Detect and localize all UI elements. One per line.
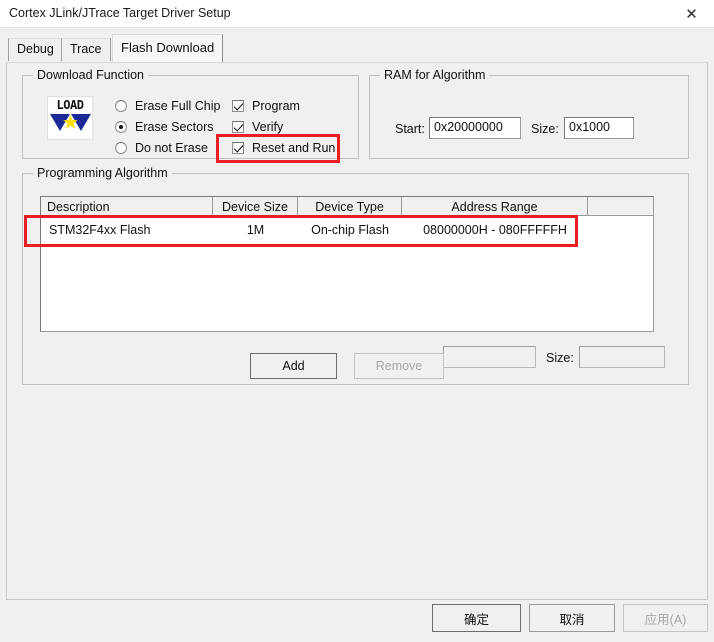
column-header-device-type[interactable]: Device Type [298, 197, 402, 216]
ram-start-label: Start: [395, 122, 425, 136]
tab-debug[interactable]: Debug [8, 38, 63, 61]
algorithm-table[interactable]: Description Device Size Device Type Addr… [40, 196, 654, 332]
checkbox-verify-indicator[interactable] [232, 121, 244, 133]
ram-start-input[interactable]: 0x20000000 [429, 117, 521, 139]
radio-do-not-erase-indicator[interactable] [115, 142, 127, 154]
load-icon-text: LOAD [56, 98, 84, 112]
ram-size-input[interactable]: 0x1000 [564, 117, 634, 139]
radio-do-not-erase[interactable]: Do not Erase [115, 141, 208, 155]
cell-address-range: 08000000H - 080FFFFFH [423, 223, 567, 237]
column-header-description[interactable]: Description [41, 197, 213, 216]
radio-erase-sectors-label: Erase Sectors [135, 120, 214, 134]
radio-erase-full-chip-indicator[interactable] [115, 100, 127, 112]
checkbox-verify-label: Verify [252, 120, 284, 134]
column-header-device-size[interactable]: Device Size [213, 197, 298, 216]
title-bar: Cortex JLink/JTrace Target Driver Setup … [0, 0, 714, 28]
apply-button: 应用(A) [623, 604, 708, 632]
checkbox-verify[interactable]: Verify [232, 120, 283, 134]
tab-flash-download[interactable]: Flash Download [112, 34, 224, 62]
cell-device-type: On-chip Flash [311, 223, 389, 237]
close-icon[interactable]: ✕ [669, 0, 714, 28]
checkbox-reset-and-run[interactable]: Reset and Run [232, 141, 335, 155]
radio-do-not-erase-label: Do not Erase [135, 141, 208, 155]
ok-button[interactable]: 确定 [432, 604, 521, 632]
table-row[interactable]: STM32F4xx Flash 1M On-chip Flash 0800000… [41, 217, 653, 243]
cell-description: STM32F4xx Flash [49, 223, 151, 237]
group-ram-for-algorithm: RAM for Algorithm Start: 0x20000000 Size… [369, 68, 689, 159]
remove-button: Remove [354, 353, 444, 379]
cancel-button[interactable]: 取消 [529, 604, 615, 632]
column-header-spacer[interactable] [588, 197, 653, 216]
radio-erase-full-chip-label: Erase Full Chip [135, 99, 221, 113]
radio-erase-sectors-indicator[interactable] [115, 121, 127, 133]
group-ram-for-algorithm-legend: RAM for Algorithm [380, 68, 490, 82]
column-header-address-range[interactable]: Address Range [402, 197, 588, 216]
algorithm-size-input[interactable] [579, 346, 665, 368]
cell-device-size: 1M [246, 223, 265, 237]
checkbox-reset-and-run-indicator[interactable] [232, 142, 244, 154]
algorithm-start-input[interactable] [443, 346, 536, 368]
window-title: Cortex JLink/JTrace Target Driver Setup [9, 6, 231, 20]
checkbox-program[interactable]: Program [232, 99, 300, 113]
checkbox-program-label: Program [252, 99, 300, 113]
tab-strip: Debug Trace Flash Download [0, 28, 714, 62]
group-download-function: Download Function LOAD Erase Full Chip E… [22, 68, 359, 159]
group-programming-algorithm-legend: Programming Algorithm [33, 166, 172, 180]
tab-page-flash-download: Download Function LOAD Erase Full Chip E… [6, 62, 708, 600]
checkbox-program-indicator[interactable] [232, 100, 244, 112]
dialog-window: Cortex JLink/JTrace Target Driver Setup … [0, 0, 714, 642]
radio-erase-full-chip[interactable]: Erase Full Chip [115, 99, 220, 113]
ram-size-label: Size: [531, 122, 559, 136]
tab-trace[interactable]: Trace [61, 38, 111, 61]
algorithm-table-header: Description Device Size Device Type Addr… [41, 197, 653, 216]
group-download-function-legend: Download Function [33, 68, 149, 82]
load-icon: LOAD [47, 96, 93, 140]
radio-erase-sectors[interactable]: Erase Sectors [115, 120, 214, 134]
checkbox-reset-and-run-label: Reset and Run [252, 141, 336, 155]
algorithm-size-label: Size: [546, 351, 574, 365]
add-button[interactable]: Add [250, 353, 337, 379]
